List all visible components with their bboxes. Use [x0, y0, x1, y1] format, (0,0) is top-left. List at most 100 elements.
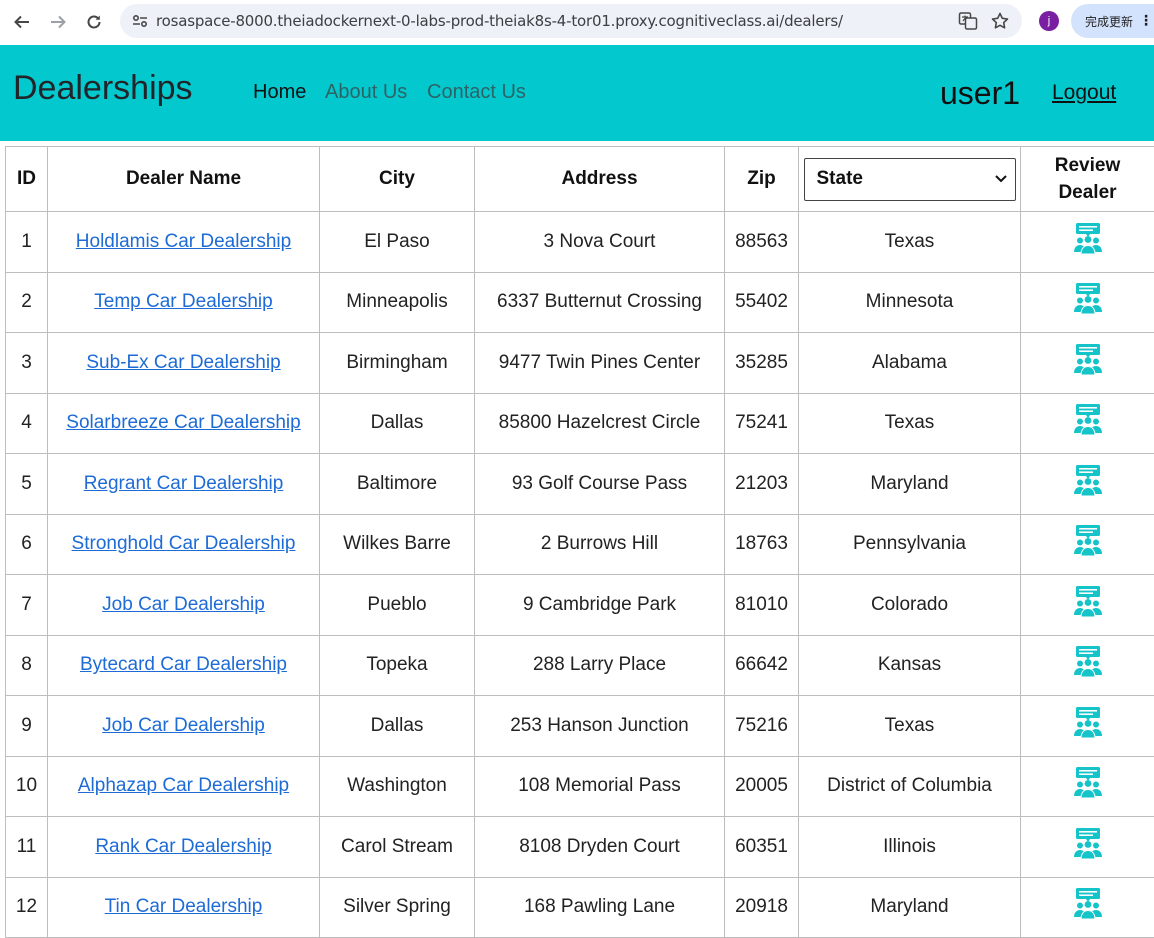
- nav-link-contact-us[interactable]: Contact Us: [427, 81, 526, 104]
- cell-id: 10: [5, 755, 48, 817]
- review-dealer-icon[interactable]: [1071, 706, 1105, 740]
- header-city: City: [319, 146, 475, 212]
- dealer-name-link[interactable]: Job Car Dealership: [102, 594, 265, 615]
- cell-review: [1020, 392, 1154, 454]
- review-dealer-icon[interactable]: [1071, 645, 1105, 679]
- cell-state: Alabama: [798, 332, 1021, 394]
- cell-address: 253 Hanson Junction: [474, 695, 725, 757]
- dealer-name-link[interactable]: Holdlamis Car Dealership: [76, 231, 291, 252]
- cell-review: [1020, 634, 1154, 696]
- dealer-name-link[interactable]: Regrant Car Dealership: [84, 473, 284, 494]
- table-row: 2 Temp Car Dealership Minneapolis 6337 B…: [5, 271, 1154, 333]
- bookmark-star-icon[interactable]: [988, 9, 1012, 33]
- cell-city: Dallas: [319, 695, 475, 757]
- more-menu-icon[interactable]: ⋮: [1139, 13, 1153, 29]
- cell-zip: 35285: [724, 332, 799, 394]
- username: user1: [940, 75, 1021, 111]
- site-settings-icon[interactable]: [124, 12, 156, 30]
- cell-id: 1: [5, 211, 48, 273]
- cell-city: Dallas: [319, 392, 475, 454]
- translate-icon[interactable]: [956, 9, 980, 33]
- review-dealer-icon[interactable]: [1071, 403, 1105, 437]
- nav-link-about-us[interactable]: About Us: [325, 81, 407, 104]
- address-bar[interactable]: rosaspace-8000.theiadockernext-0-labs-pr…: [120, 4, 1022, 38]
- review-dealer-icon[interactable]: [1071, 464, 1105, 498]
- cell-id: 3: [5, 332, 48, 394]
- brand-title[interactable]: Dealerships: [13, 69, 193, 108]
- cell-state: Kansas: [798, 634, 1021, 696]
- logout-link[interactable]: Logout: [1052, 81, 1116, 105]
- cell-state: Texas: [798, 695, 1021, 757]
- table-row: 11 Rank Car Dealership Carol Stream 8108…: [5, 816, 1154, 878]
- table-row: 6 Stronghold Car Dealership Wilkes Barre…: [5, 513, 1154, 575]
- table-row: 1 Holdlamis Car Dealership El Paso 3 Nov…: [5, 211, 1154, 273]
- review-dealer-icon[interactable]: [1071, 222, 1105, 256]
- browser-toolbar: rosaspace-8000.theiadockernext-0-labs-pr…: [0, 0, 1154, 44]
- review-dealer-icon[interactable]: [1071, 524, 1105, 558]
- cell-dealer-name: Regrant Car Dealership: [47, 453, 320, 515]
- cell-address: 93 Golf Course Pass: [474, 453, 725, 515]
- cell-zip: 88563: [724, 211, 799, 273]
- cell-state: Minnesota: [798, 271, 1021, 333]
- header-review-line1: Review: [1054, 155, 1121, 176]
- review-dealer-icon[interactable]: [1071, 766, 1105, 800]
- forward-arrow-icon[interactable]: [40, 4, 76, 40]
- cell-zip: 75216: [724, 695, 799, 757]
- header-dealer-name: Dealer Name: [47, 146, 320, 212]
- nav-link-home[interactable]: Home: [253, 81, 306, 104]
- cell-state: Maryland: [798, 453, 1021, 515]
- cell-address: 108 Memorial Pass: [474, 755, 725, 817]
- cell-address: 168 Pawling Lane: [474, 876, 725, 938]
- cell-address: 288 Larry Place: [474, 634, 725, 696]
- table-row: 3 Sub-Ex Car Dealership Birmingham 9477 …: [5, 332, 1154, 394]
- dealer-name-link[interactable]: Bytecard Car Dealership: [80, 654, 287, 675]
- header-review-line2: Dealer: [1058, 182, 1117, 203]
- cell-state: Texas: [798, 211, 1021, 273]
- dealer-name-link[interactable]: Temp Car Dealership: [94, 291, 272, 312]
- cell-review: [1020, 453, 1154, 515]
- cell-review: [1020, 755, 1154, 817]
- dealer-name-link[interactable]: Solarbreeze Car Dealership: [66, 412, 300, 433]
- cell-id: 7: [5, 574, 48, 636]
- cell-zip: 20005: [724, 755, 799, 817]
- dealer-name-link[interactable]: Rank Car Dealership: [95, 836, 271, 857]
- dealer-name-link[interactable]: Tin Car Dealership: [105, 896, 263, 917]
- cell-dealer-name: Alphazap Car Dealership: [47, 755, 320, 817]
- cell-city: Carol Stream: [319, 816, 475, 878]
- cell-id: 8: [5, 634, 48, 696]
- cell-state: Texas: [798, 392, 1021, 454]
- table-row: 5 Regrant Car Dealership Baltimore 93 Go…: [5, 453, 1154, 515]
- review-dealer-icon[interactable]: [1071, 343, 1105, 377]
- profile-avatar[interactable]: j: [1039, 11, 1059, 31]
- reload-icon[interactable]: [76, 4, 112, 40]
- state-filter-select[interactable]: State: [803, 157, 1016, 201]
- cell-id: 4: [5, 392, 48, 454]
- review-dealer-icon[interactable]: [1071, 282, 1105, 316]
- header-state: State: [798, 146, 1021, 212]
- cell-review: [1020, 332, 1154, 394]
- cell-city: Minneapolis: [319, 271, 475, 333]
- dealer-name-link[interactable]: Job Car Dealership: [102, 715, 265, 736]
- dealer-name-link[interactable]: Stronghold Car Dealership: [72, 533, 296, 554]
- cell-id: 5: [5, 453, 48, 515]
- cell-dealer-name: Solarbreeze Car Dealership: [47, 392, 320, 454]
- cell-state: Pennsylvania: [798, 513, 1021, 575]
- cell-zip: 75241: [724, 392, 799, 454]
- dealer-name-link[interactable]: Alphazap Car Dealership: [78, 775, 289, 796]
- review-dealer-icon[interactable]: [1071, 827, 1105, 861]
- table-row: 12 Tin Car Dealership Silver Spring 168 …: [5, 876, 1154, 938]
- cell-state: Colorado: [798, 574, 1021, 636]
- dealer-name-link[interactable]: Sub-Ex Car Dealership: [86, 352, 280, 373]
- cell-zip: 55402: [724, 271, 799, 333]
- cell-id: 6: [5, 513, 48, 575]
- update-browser-button[interactable]: 完成更新 ⋮: [1071, 4, 1154, 38]
- review-dealer-icon[interactable]: [1071, 585, 1105, 619]
- url-text[interactable]: rosaspace-8000.theiadockernext-0-labs-pr…: [156, 12, 843, 30]
- table-row: 4 Solarbreeze Car Dealership Dallas 8580…: [5, 392, 1154, 454]
- review-dealer-icon[interactable]: [1071, 887, 1105, 921]
- cell-review: [1020, 695, 1154, 757]
- cell-id: 9: [5, 695, 48, 757]
- update-label: 完成更新: [1085, 14, 1134, 29]
- back-arrow-icon[interactable]: [4, 4, 40, 40]
- table-row: 10 Alphazap Car Dealership Washington 10…: [5, 755, 1154, 817]
